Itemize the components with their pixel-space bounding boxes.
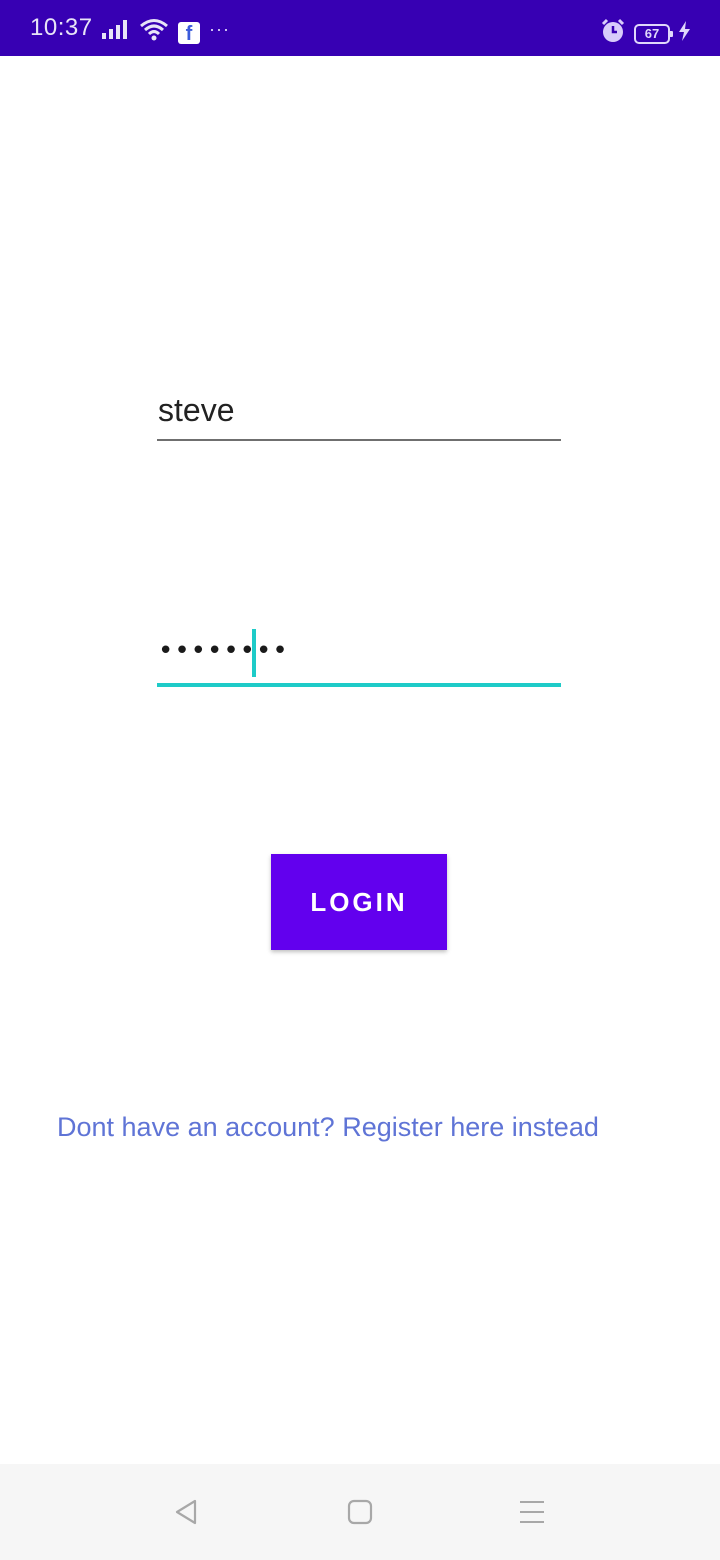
status-right-icons: 67 <box>600 18 692 49</box>
username-value: steve <box>158 392 235 428</box>
recents-icon[interactable] <box>506 1486 558 1538</box>
charging-icon <box>678 21 692 46</box>
login-screen: 10:37 f ··· 67 steve •••••••• LOGIN Dont… <box>0 0 720 1560</box>
more-dots-icon: ··· <box>209 19 230 39</box>
battery-icon: 67 <box>634 23 673 44</box>
register-link[interactable]: Dont have an account? Register here inst… <box>57 1112 599 1143</box>
login-button[interactable]: LOGIN <box>271 854 447 950</box>
status-bar: 10:37 f ··· 67 <box>0 0 720 56</box>
wifi-icon <box>139 18 169 47</box>
home-icon[interactable] <box>334 1486 386 1538</box>
back-icon[interactable] <box>160 1486 212 1538</box>
text-cursor <box>252 629 256 677</box>
alarm-icon <box>600 18 626 49</box>
status-time: 10:37 <box>30 14 93 41</box>
facebook-icon: f <box>178 21 200 45</box>
username-input[interactable]: steve <box>157 386 561 441</box>
password-input[interactable]: •••••••• <box>157 627 561 687</box>
signal-icon <box>100 19 130 46</box>
battery-level: 67 <box>644 25 660 41</box>
status-left-icons: f ··· <box>100 18 230 47</box>
navigation-bar <box>0 1464 720 1560</box>
password-value: •••••••• <box>158 636 289 666</box>
